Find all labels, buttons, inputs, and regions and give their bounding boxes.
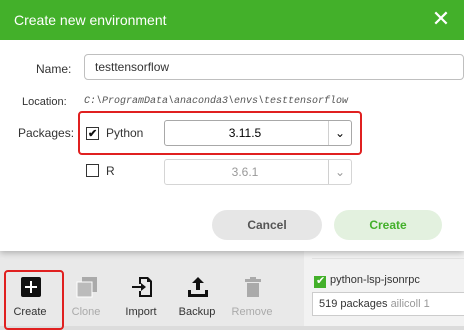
import-icon bbox=[132, 277, 152, 297]
remove-label: Remove bbox=[231, 306, 273, 318]
dialog-title: Create new environment bbox=[14, 12, 167, 28]
import-label: Import bbox=[125, 306, 157, 318]
background-partial-item: python-lsp-jsonrpc bbox=[330, 274, 420, 286]
chevron-down-icon: ⌄ bbox=[328, 160, 351, 184]
status-overlay-text: ailicoll 1 bbox=[390, 298, 430, 310]
python-label: Python bbox=[106, 126, 144, 140]
check-icon: ✔ bbox=[88, 128, 98, 140]
name-label: Name: bbox=[36, 62, 72, 76]
clone-button[interactable]: Clone bbox=[60, 268, 112, 324]
create-environment-dialog: Create new environment ✕ Name: testtenso… bbox=[0, 0, 464, 251]
python-checkbox[interactable]: ✔ bbox=[86, 127, 99, 140]
import-button[interactable]: Import bbox=[115, 268, 167, 324]
remove-button[interactable]: Remove bbox=[226, 268, 278, 324]
close-icon[interactable]: ✕ bbox=[430, 8, 452, 30]
backup-button[interactable]: Backup bbox=[171, 268, 223, 324]
r-version-select[interactable]: 3.6.1 ⌄ bbox=[164, 159, 352, 185]
r-checkbox[interactable] bbox=[86, 164, 99, 177]
check-icon: ✔ bbox=[316, 275, 326, 287]
trash-icon bbox=[245, 277, 261, 297]
python-version-select[interactable]: 3.11.5 ⌄ bbox=[164, 120, 352, 146]
status-text: 519 packages bbox=[319, 298, 391, 310]
clone-label: Clone bbox=[71, 306, 101, 318]
cancel-button[interactable]: Cancel bbox=[212, 210, 322, 240]
chevron-down-icon: ⌄ bbox=[328, 121, 351, 145]
backup-label: Backup bbox=[178, 306, 216, 318]
dialog-titlebar: Create new environment ✕ bbox=[0, 0, 464, 40]
create-highlight-box bbox=[4, 270, 64, 330]
clone-icon bbox=[76, 277, 97, 298]
location-path: C:\ProgramData\anaconda3\envs\testtensor… bbox=[84, 96, 349, 107]
r-label: R bbox=[106, 164, 115, 178]
upload-icon bbox=[188, 277, 208, 297]
r-version-value: 3.6.1 bbox=[231, 165, 259, 179]
location-label: Location: bbox=[22, 96, 67, 108]
status-bar: 519 packages ailicoll 1 bbox=[312, 292, 464, 316]
name-input[interactable]: testtensorflow bbox=[84, 54, 464, 80]
packages-label: Packages: bbox=[18, 126, 75, 140]
create-button[interactable]: Create bbox=[334, 210, 442, 240]
package-checkbox[interactable]: ✔ bbox=[314, 275, 326, 288]
python-version-value: 3.11.5 bbox=[228, 126, 262, 140]
